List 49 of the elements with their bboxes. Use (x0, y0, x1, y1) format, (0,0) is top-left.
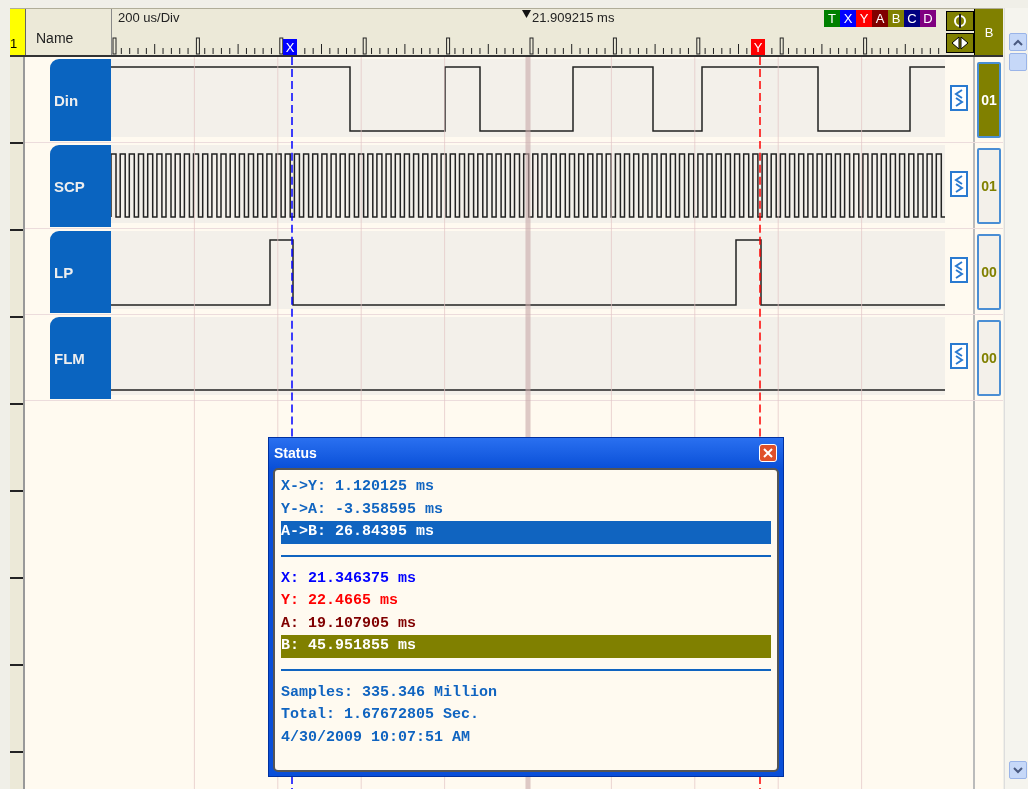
status-line: X: 21.346375 ms (281, 568, 418, 589)
cursor-button[interactable]: T (824, 10, 840, 27)
cursor-button[interactable]: D (920, 10, 936, 27)
value-box[interactable]: 01 (977, 61, 1001, 138)
pan-button[interactable] (946, 33, 974, 53)
expand-button[interactable] (950, 257, 968, 286)
status-line: 4/30/2009 10:07:51 AM (281, 727, 472, 748)
scroll-thumb[interactable] (1009, 53, 1027, 71)
window-title: Status (274, 445, 317, 461)
value-header: B (974, 9, 1003, 55)
cursor-button[interactable]: Y (856, 10, 872, 27)
scroll-down-button[interactable] (1009, 761, 1027, 779)
channel-label[interactable]: SCP (50, 145, 111, 227)
status-line: X->Y: 1.120125 ms (281, 477, 436, 497)
value-box[interactable]: 00 (977, 233, 1001, 310)
cursor-button[interactable]: A (872, 10, 888, 27)
status-line: Y->A: -3.358595 ms (281, 499, 445, 520)
cursor-button[interactable]: X (840, 10, 856, 27)
value-box[interactable]: 00 (977, 319, 1001, 396)
chevrons-icon (950, 171, 968, 197)
circle-icon (953, 14, 967, 28)
channel-label[interactable]: LP (50, 231, 111, 313)
chevrons-icon (950, 343, 968, 369)
name-header: Name (36, 30, 74, 46)
zoom-button[interactable] (946, 11, 974, 31)
cursor-marker[interactable]: X (283, 39, 297, 55)
row-number: 1 (10, 9, 26, 55)
cursor-button[interactable]: B (888, 10, 904, 27)
channel-label[interactable]: Din (50, 59, 111, 141)
trigger-marker-icon (522, 10, 531, 18)
chevrons-icon (950, 257, 968, 283)
cursor-button[interactable]: C (904, 10, 920, 27)
scroll-up-button[interactable] (1009, 33, 1027, 51)
status-line: A: 19.107905 ms (281, 613, 418, 634)
value-box[interactable]: 01 (977, 147, 1001, 224)
cursor-marker[interactable]: Y (751, 39, 765, 55)
status-line: Total: 1.67672805 Sec. (281, 705, 481, 725)
expand-button[interactable] (950, 171, 968, 200)
expand-button[interactable] (950, 343, 968, 372)
close-icon (763, 448, 773, 458)
expand-button[interactable] (950, 85, 968, 114)
status-line: Y: 22.4665 ms (281, 591, 400, 611)
channel-label[interactable]: FLM (50, 317, 111, 399)
status-line: Samples: 335.346 Million (281, 682, 499, 703)
trigger-time: 21.909215 ms (532, 10, 615, 25)
chevrons-icon (950, 85, 968, 111)
left-right-arrows-icon (950, 36, 970, 50)
close-button[interactable] (759, 444, 777, 462)
time-scale: 200 us/Div (118, 10, 180, 25)
